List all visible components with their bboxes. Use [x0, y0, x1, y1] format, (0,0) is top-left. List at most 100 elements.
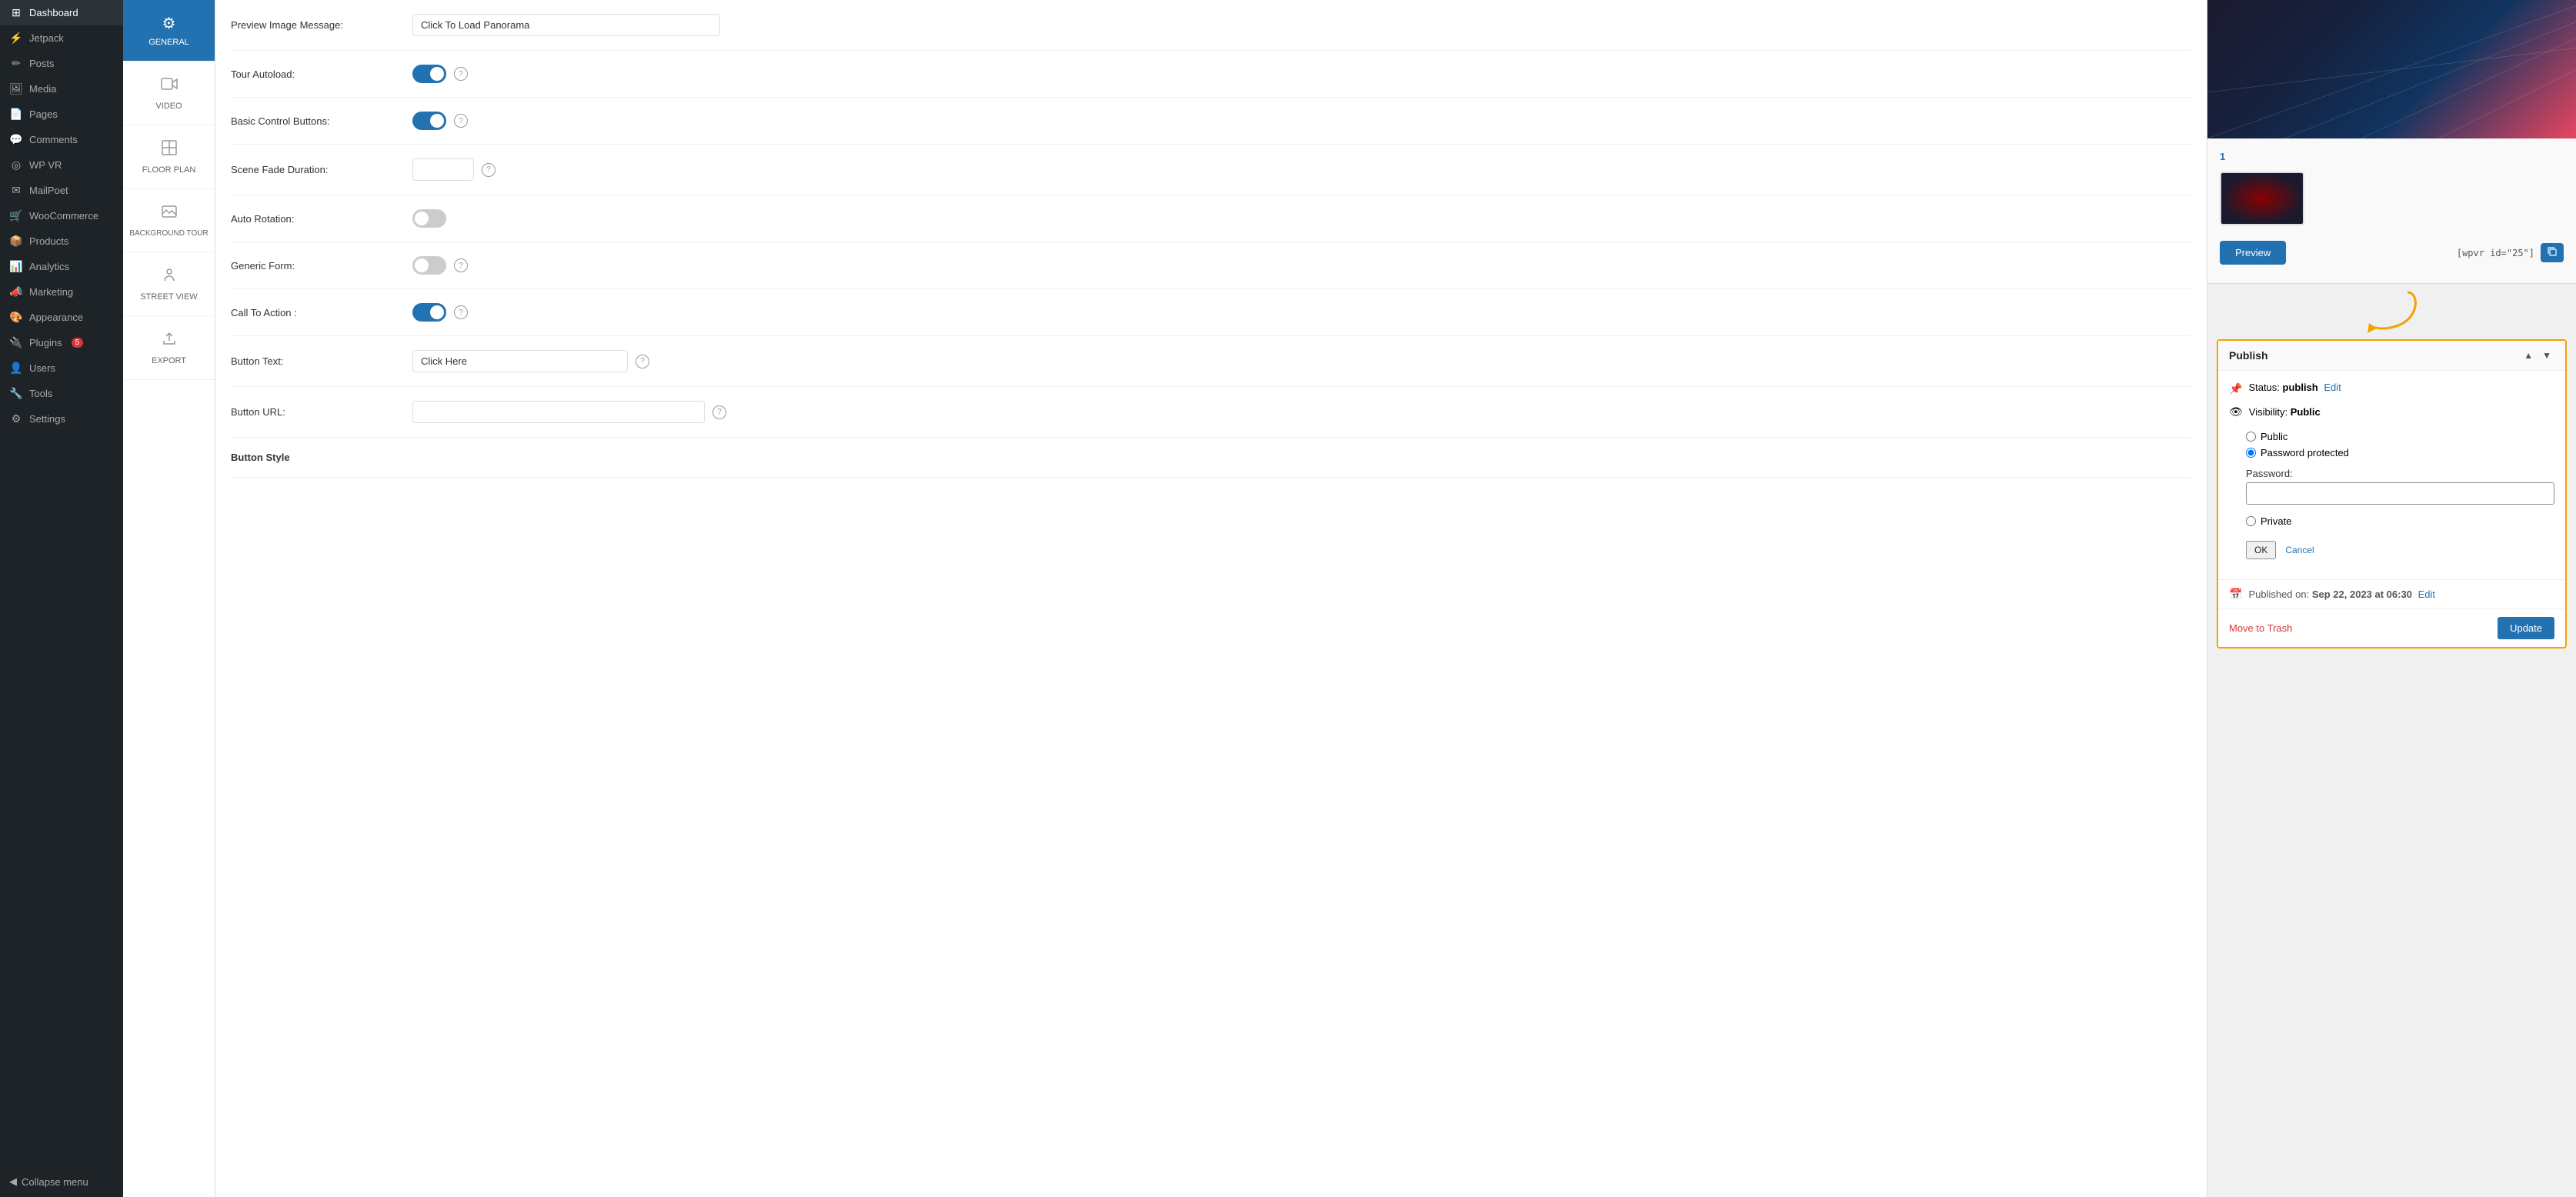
call-to-action-info-icon[interactable]: ?	[454, 305, 468, 319]
sidebar-item-woocommerce[interactable]: 🛒 WooCommerce	[0, 203, 123, 228]
thumbnail-image[interactable]	[2220, 172, 2304, 225]
sub-item-background-tour[interactable]: BACKGROUND TOUR	[123, 189, 215, 252]
vis-value: Public	[2291, 406, 2321, 418]
sidebar-item-label: Analytics	[29, 261, 69, 272]
sidebar-item-label: Products	[29, 235, 68, 247]
sidebar-item-label: Users	[29, 362, 55, 374]
sidebar-item-mailpoet[interactable]: ✉ MailPoet	[0, 178, 123, 203]
move-to-trash-link[interactable]: Move to Trash	[2229, 622, 2292, 634]
ok-button[interactable]: OK	[2246, 541, 2276, 559]
button-text-input[interactable]	[412, 350, 628, 372]
generic-form-info-icon[interactable]: ?	[454, 258, 468, 272]
status-value: publish	[2283, 382, 2318, 393]
sub-item-floor-plan[interactable]: FLOOR PLAN	[123, 125, 215, 189]
radio-private-input[interactable]	[2246, 516, 2256, 526]
sidebar-item-dashboard[interactable]: ⊞ Dashboard	[0, 0, 123, 25]
update-button[interactable]: Update	[2498, 617, 2554, 639]
sidebar-item-media[interactable]: 🖼 Media	[0, 76, 123, 102]
radio-password-input[interactable]	[2246, 448, 2256, 458]
visibility-eye-icon: 👁	[2229, 405, 2243, 418]
sidebar-item-analytics[interactable]: 📊 Analytics	[0, 254, 123, 279]
basic-control-buttons-toggle[interactable]	[412, 112, 446, 130]
field-label-button-style: Button Style	[231, 452, 400, 463]
copy-shortcode-button[interactable]	[2541, 243, 2564, 262]
sidebar-item-comments[interactable]: 💬 Comments	[0, 127, 123, 152]
field-preview-image-message: Preview Image Message:	[231, 0, 2191, 51]
tour-autoload-info-icon[interactable]: ?	[454, 67, 468, 81]
publish-footer: Move to Trash Update	[2218, 609, 2565, 647]
field-label-call-to-action: Call To Action :	[231, 307, 400, 318]
appearance-icon: 🎨	[9, 311, 23, 324]
tools-icon: 🔧	[9, 387, 23, 400]
street-view-icon	[161, 266, 178, 288]
sidebar-item-marketing[interactable]: 📣 Marketing	[0, 279, 123, 305]
auto-rotation-toggle[interactable]	[412, 209, 446, 228]
radio-password-protected[interactable]: Password protected	[2246, 447, 2349, 458]
field-label-tour-autoload: Tour Autoload:	[231, 68, 400, 80]
plugins-badge: 5	[72, 338, 84, 348]
basic-control-buttons-info-icon[interactable]: ?	[454, 114, 468, 128]
thumbnail-img-inner	[2221, 173, 2303, 224]
sub-item-export[interactable]: EXPORT	[123, 316, 215, 380]
sidebar-item-tools[interactable]: 🔧 Tools	[0, 381, 123, 406]
call-to-action-toggle[interactable]	[412, 303, 446, 322]
scene-fade-duration-info-icon[interactable]: ?	[482, 163, 496, 177]
thumbnail-section: 1 Preview [wpvr id="25"]	[2207, 138, 2576, 284]
radio-private[interactable]: Private	[2246, 515, 2291, 527]
button-url-input[interactable]	[412, 401, 705, 423]
radio-public-input[interactable]	[2246, 432, 2256, 442]
published-on-text: Published on: Sep 22, 2023 at 06:30 Edit	[2248, 588, 2435, 600]
sub-item-general[interactable]: ⚙ GENERAL	[123, 0, 215, 62]
sub-item-label: STREET VIEW	[140, 292, 197, 302]
marketing-icon: 📣	[9, 285, 23, 298]
sidebar-item-products[interactable]: 📦 Products	[0, 228, 123, 254]
sidebar-item-jetpack[interactable]: ⚡ Jetpack	[0, 25, 123, 51]
preview-button[interactable]: Preview	[2220, 241, 2286, 265]
field-tour-autoload: Tour Autoload: ?	[231, 51, 2191, 98]
status-edit-link[interactable]: Edit	[2324, 382, 2341, 393]
radio-public-label: Public	[2261, 431, 2287, 442]
radio-public[interactable]: Public	[2246, 431, 2349, 442]
sub-item-video[interactable]: VIDEO	[123, 62, 215, 125]
sidebar-item-label: MailPoet	[29, 185, 68, 196]
sidebar-item-users[interactable]: 👤 Users	[0, 355, 123, 381]
visibility-label-text: Visibility: Public	[2249, 406, 2321, 418]
radio-password-label: Password protected	[2261, 447, 2349, 458]
collapse-menu-button[interactable]: ◀ Collapse menu	[0, 1166, 123, 1197]
sub-item-street-view[interactable]: STREET VIEW	[123, 252, 215, 316]
button-text-info-icon[interactable]: ?	[636, 355, 649, 368]
sidebar-item-label: Dashboard	[29, 7, 78, 18]
generic-form-toggle[interactable]	[412, 256, 446, 275]
cancel-button[interactable]: Cancel	[2282, 541, 2317, 559]
publish-header: Publish ▲ ▼	[2218, 341, 2565, 371]
sidebar-item-plugins[interactable]: 🔌 Plugins 5	[0, 330, 123, 355]
published-on-edit-link[interactable]: Edit	[2418, 588, 2435, 600]
publish-status-row: 📌 Status: publish Edit	[2229, 382, 2554, 395]
preview-image-message-input[interactable]	[412, 14, 720, 36]
shortcode-text: [wpvr id="25"]	[2457, 248, 2534, 258]
sidebar-item-pages[interactable]: 📄 Pages	[0, 102, 123, 127]
button-url-info-icon[interactable]: ?	[712, 405, 726, 419]
sidebar-item-posts[interactable]: ✏ Posts	[0, 51, 123, 76]
sub-item-label: BACKGROUND TOUR	[129, 229, 208, 238]
woocommerce-icon: 🛒	[9, 209, 23, 222]
tour-autoload-toggle[interactable]	[412, 65, 446, 83]
vis-label: Visibility:	[2249, 406, 2287, 418]
sidebar-item-label: Posts	[29, 58, 55, 69]
sidebar-item-appearance[interactable]: 🎨 Appearance	[0, 305, 123, 330]
field-call-to-action: Call To Action : ?	[231, 289, 2191, 336]
field-label-button-text: Button Text:	[231, 355, 400, 367]
field-label-auto-rotation: Auto Rotation:	[231, 213, 400, 225]
media-icon: 🖼	[9, 82, 23, 95]
calendar-icon: 📅	[2229, 588, 2242, 601]
field-label-generic-form: Generic Form:	[231, 260, 400, 272]
password-input[interactable]	[2246, 482, 2554, 505]
visibility-radio-group: Public Password protected	[2246, 431, 2349, 458]
publish-expand-button[interactable]: ▼	[2539, 348, 2554, 362]
sidebar-item-wpvr[interactable]: ◎ WP VR	[0, 152, 123, 178]
scene-fade-duration-input[interactable]	[412, 158, 474, 181]
sidebar-item-settings[interactable]: ⚙ Settings	[0, 406, 123, 432]
curved-arrow-icon	[2361, 288, 2423, 335]
publish-collapse-button[interactable]: ▲	[2521, 348, 2536, 362]
plugins-icon: 🔌	[9, 336, 23, 349]
